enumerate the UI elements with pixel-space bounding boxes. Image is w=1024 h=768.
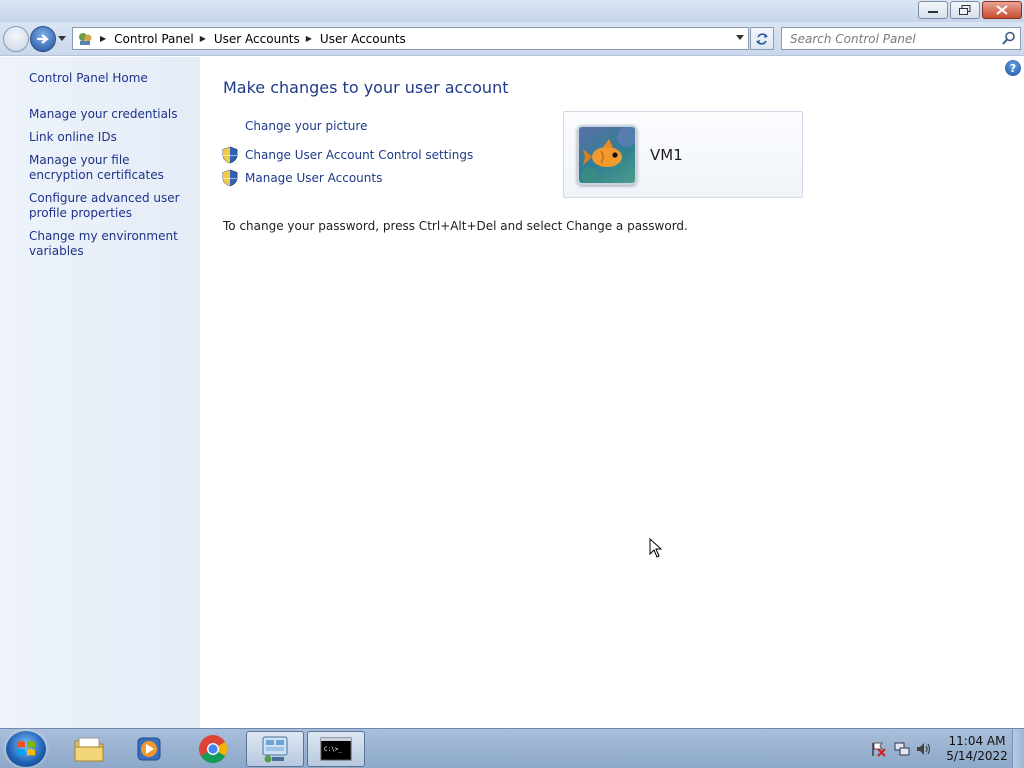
refresh-icon xyxy=(756,32,768,45)
breadcrumb-arrow-icon[interactable]: ▶ xyxy=(200,34,206,43)
mouse-cursor-icon xyxy=(649,538,663,558)
sidebar-item-file-encryption-certificates[interactable]: Manage your file encryption certificates xyxy=(29,153,194,183)
manage-user-accounts-link[interactable]: Manage User Accounts xyxy=(222,169,382,187)
start-button[interactable] xyxy=(6,731,46,767)
user-account-tile: VM1 xyxy=(563,111,803,198)
close-button[interactable] xyxy=(982,1,1022,19)
windows-logo-icon xyxy=(17,741,35,756)
command-prompt-icon: C:\>_ xyxy=(320,737,352,761)
breadcrumb-arrow-icon[interactable]: ▶ xyxy=(100,34,106,43)
svg-text:C:\>_: C:\>_ xyxy=(324,746,342,753)
close-icon xyxy=(996,5,1008,15)
system-clock[interactable]: 11:04 AM 5/14/2022 xyxy=(944,734,1010,764)
taskbar: C:\>_ 11:04 AM 5/14/2022 xyxy=(0,728,1024,768)
restore-icon xyxy=(959,5,971,15)
change-uac-settings-link[interactable]: Change User Account Control settings xyxy=(222,146,473,164)
fish-picture-icon xyxy=(581,127,635,183)
password-instructions: To change your password, press Ctrl+Alt+… xyxy=(223,219,688,233)
search-icon[interactable] xyxy=(1002,31,1016,45)
media-player-icon xyxy=(137,737,161,761)
help-icon[interactable]: ? xyxy=(1005,60,1021,76)
address-bar[interactable]: ▶ Control Panel ▶ User Accounts ▶ User A… xyxy=(72,27,749,50)
user-name: VM1 xyxy=(650,146,683,164)
sidebar-item-link-online-ids[interactable]: Link online IDs xyxy=(29,130,194,145)
taskbar-google-chrome[interactable] xyxy=(184,731,242,767)
breadcrumb-control-panel[interactable]: Control Panel xyxy=(114,32,194,46)
back-button[interactable] xyxy=(3,26,29,52)
uac-shield-icon xyxy=(222,169,238,187)
user-avatar xyxy=(577,125,637,185)
address-dropdown-icon[interactable] xyxy=(736,35,744,40)
search-input[interactable] xyxy=(782,28,992,49)
task-label: Change your picture xyxy=(245,119,368,133)
network-icon[interactable] xyxy=(894,741,910,757)
page-title: Make changes to your user account xyxy=(223,78,509,97)
taskbar-windows-explorer[interactable] xyxy=(60,731,118,767)
recent-pages-dropdown-icon[interactable] xyxy=(58,36,66,41)
window-controls xyxy=(918,1,1022,19)
breadcrumb-user-accounts[interactable]: User Accounts xyxy=(214,32,300,46)
sidebar-item-advanced-profile-properties[interactable]: Configure advanced user profile properti… xyxy=(29,191,194,221)
sidebar-item-environment-variables[interactable]: Change my environment variables xyxy=(29,229,194,259)
task-label: Change User Account Control settings xyxy=(245,148,474,162)
refresh-button[interactable] xyxy=(750,27,774,50)
sidebar-links: Manage your credentials Link online IDs … xyxy=(29,107,194,267)
task-label: Manage User Accounts xyxy=(245,171,383,185)
change-picture-link[interactable]: Change your picture xyxy=(222,119,367,133)
control-panel-icon xyxy=(262,736,288,763)
control-panel-icon xyxy=(76,30,94,48)
control-panel-home-link[interactable]: Control Panel Home xyxy=(29,71,148,85)
minimize-icon xyxy=(928,11,938,13)
show-desktop-button[interactable] xyxy=(1012,729,1024,768)
volume-icon[interactable] xyxy=(916,741,932,757)
tasks-sidebar: Control Panel Home Manage your credentia… xyxy=(0,57,200,728)
clock-time: 11:04 AM xyxy=(948,734,1006,748)
folder-icon xyxy=(74,737,104,762)
search-box xyxy=(781,27,1021,50)
clock-date: 5/14/2022 xyxy=(946,749,1008,763)
window-title-bar xyxy=(0,0,1024,22)
sidebar-item-manage-credentials[interactable]: Manage your credentials xyxy=(29,107,194,122)
action-center-flag-icon[interactable] xyxy=(870,741,886,757)
notification-area: 11:04 AM 5/14/2022 xyxy=(854,729,1024,768)
chrome-icon xyxy=(199,735,227,763)
taskbar-command-prompt[interactable]: C:\>_ xyxy=(307,731,365,767)
uac-shield-icon xyxy=(222,146,238,164)
navigation-bar: ▶ Control Panel ▶ User Accounts ▶ User A… xyxy=(0,22,1024,56)
main-content: ? Make changes to your user account Chan… xyxy=(200,57,1024,728)
arrow-right-icon xyxy=(37,34,49,44)
restore-button[interactable] xyxy=(950,1,980,19)
breadcrumb-user-accounts-current[interactable]: User Accounts xyxy=(320,32,406,46)
taskbar-control-panel[interactable] xyxy=(246,731,304,767)
breadcrumb-arrow-icon[interactable]: ▶ xyxy=(306,34,312,43)
minimize-button[interactable] xyxy=(918,1,948,19)
taskbar-windows-media-player[interactable] xyxy=(120,731,178,767)
forward-button[interactable] xyxy=(30,26,56,52)
